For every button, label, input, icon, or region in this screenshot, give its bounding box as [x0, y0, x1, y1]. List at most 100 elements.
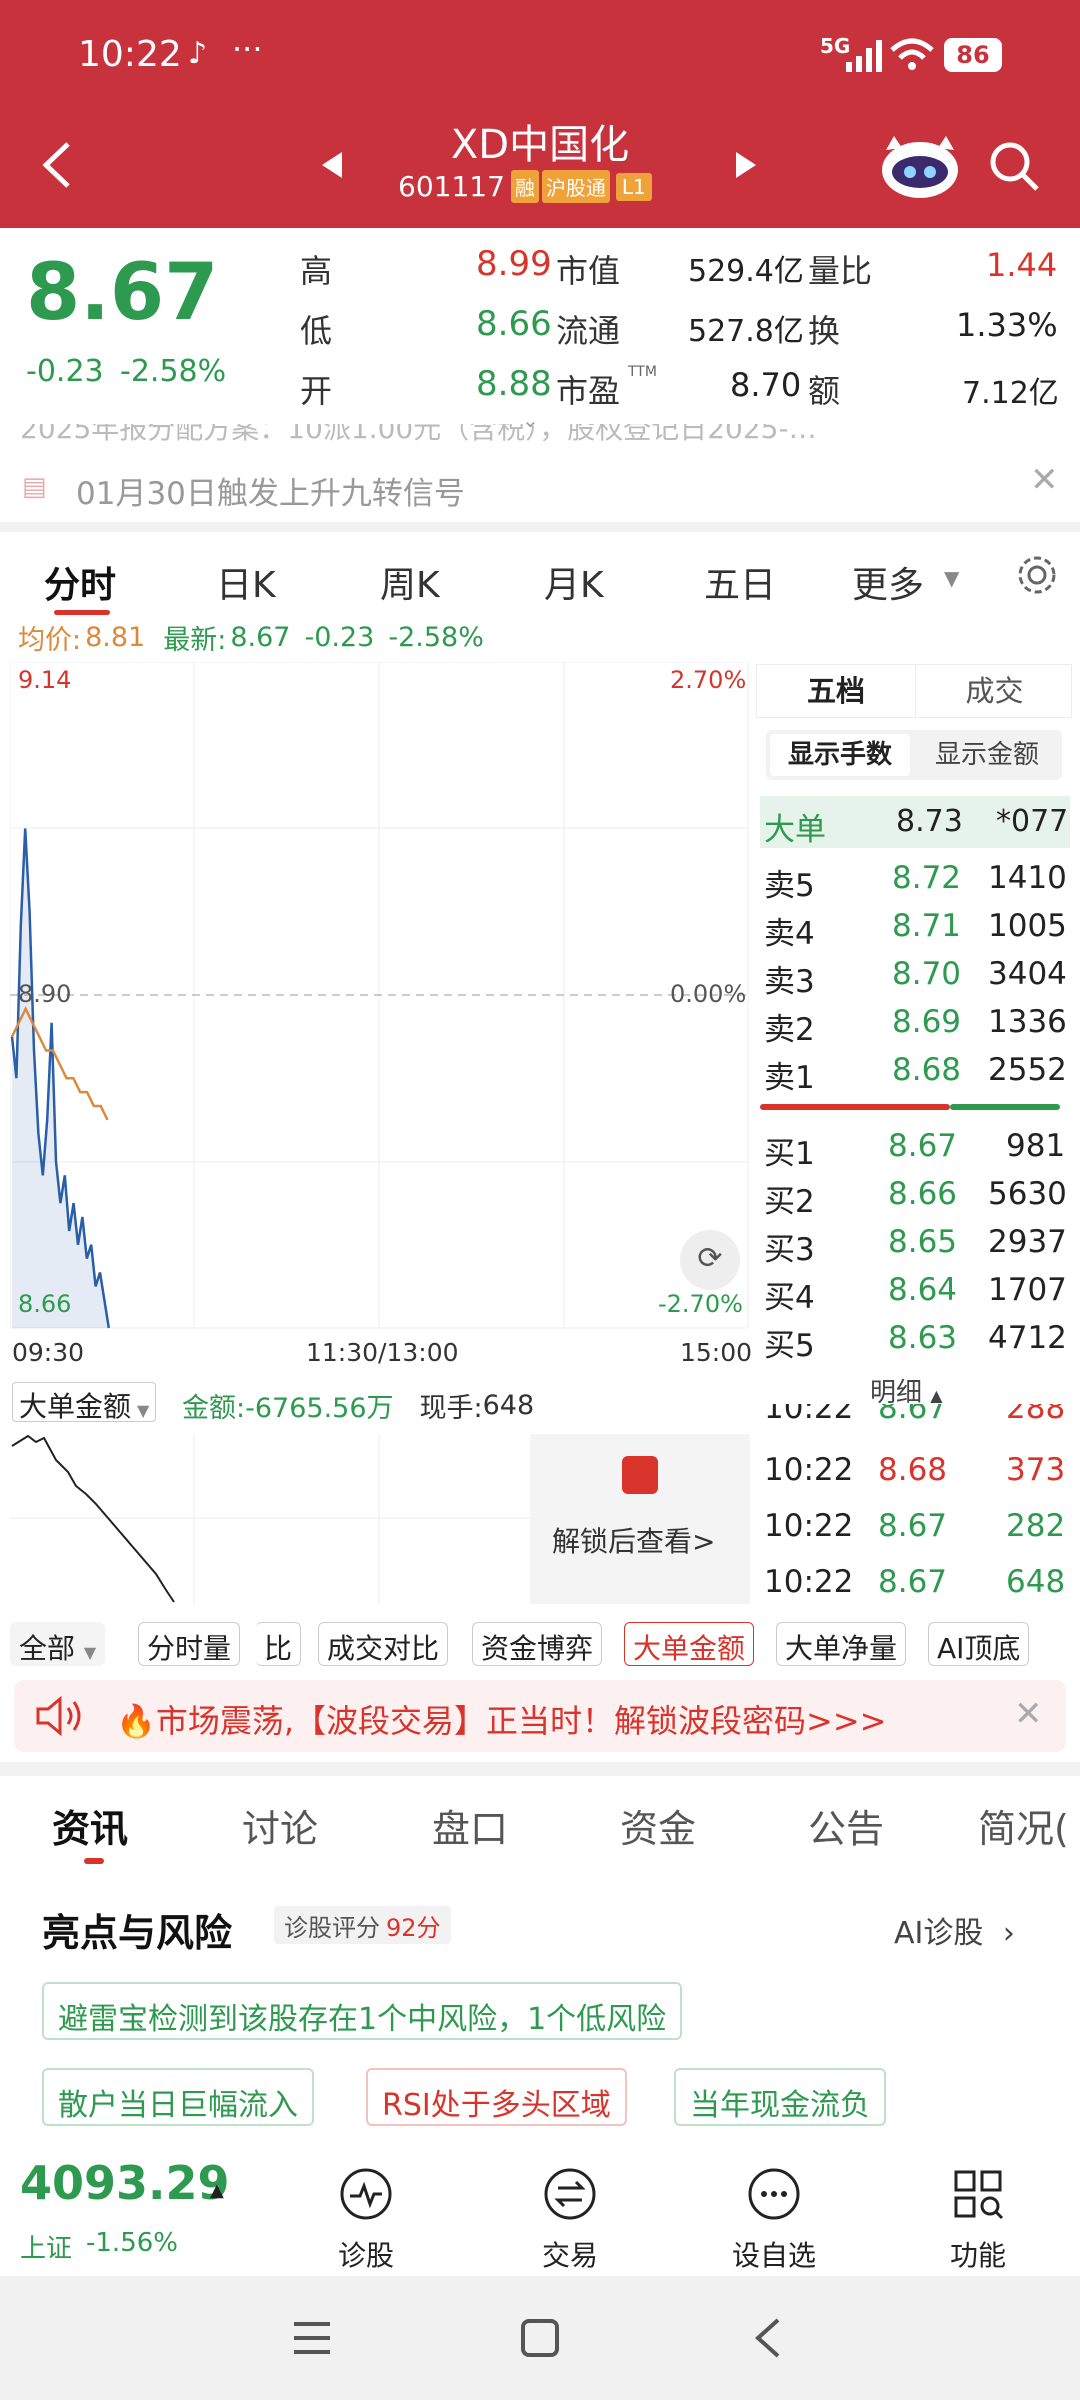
tab-deals[interactable]: 成交	[915, 665, 1073, 717]
buy-row: 买3 8.65 2937	[760, 1218, 1070, 1268]
nav-functions[interactable]: 功能	[908, 2140, 1048, 2274]
nav-diagnose[interactable]: 诊股	[296, 2140, 436, 2274]
promo-banner[interactable]: 🔥市场震荡,【波段交易】正当时！解锁波段密码>>> ✕	[14, 1680, 1066, 1752]
buy-label: 买1	[764, 1136, 815, 1172]
home-icon[interactable]	[520, 2318, 560, 2358]
risk-tag[interactable]: 避雷宝检测到该股存在1个中风险，1个低风险	[42, 1982, 683, 2040]
price-change-pct: -2.58%	[120, 354, 227, 389]
subchart-info: 金额: -6765.56万 现手: 648	[182, 1386, 534, 1425]
back-icon[interactable]	[752, 2318, 782, 2358]
diagnose-icon	[340, 2168, 392, 2220]
banner-text: 🔥市场震荡,【波段交易】正当时！解锁波段密码>>>	[116, 1702, 887, 1740]
y-bot-label: 8.66	[18, 1290, 72, 1318]
tab-five-level[interactable]: 五档	[757, 665, 915, 717]
wifi-icon	[890, 38, 934, 70]
chip-ratio[interactable]: 比	[256, 1622, 302, 1666]
tab-news[interactable]: 资讯	[52, 1798, 128, 1853]
turnover-value: 1.33%	[956, 306, 1058, 344]
nav-trade[interactable]: 交易	[500, 2140, 640, 2274]
float-value: 527.8亿	[688, 314, 804, 349]
tag-retail-inflow[interactable]: 散户当日巨幅流入	[42, 2068, 314, 2126]
chip-fund-game[interactable]: 资金博弈	[472, 1622, 603, 1666]
tick-vol: 282	[1006, 1508, 1066, 1544]
pct-mid-label: 0.00%	[670, 980, 747, 1008]
sell-vol: 1410	[988, 860, 1067, 896]
show-hands-button[interactable]: 显示手数	[770, 734, 910, 776]
more-circle-icon	[748, 2168, 800, 2220]
tag-rsi[interactable]: RSI处于多头区域	[366, 2068, 627, 2126]
tab-funds[interactable]: 资金	[620, 1798, 696, 1853]
status-bar: 10:22 ♪ ··· 5G 86	[0, 0, 1080, 110]
highlights-title: 亮点与风险	[42, 1911, 233, 1955]
tab-more[interactable]: 更多	[852, 556, 924, 608]
index-value[interactable]: 4093.29	[20, 2156, 230, 2210]
stock-code: 601117	[398, 170, 505, 203]
unlock-panel[interactable]: 解锁后查看>	[530, 1434, 750, 1604]
time-start: 09:30	[12, 1338, 85, 1367]
next-stock-icon[interactable]	[734, 150, 758, 180]
mcap-value: 529.4亿	[688, 254, 804, 289]
chip-all-label: 全部	[19, 1632, 76, 1665]
lock-icon	[622, 1456, 658, 1494]
tab-announcements[interactable]: 公告	[808, 1798, 884, 1853]
tag-cashflow[interactable]: 当年现金流负	[674, 2068, 886, 2126]
close-icon[interactable]: ✕	[1030, 460, 1059, 500]
chip-ai-top-bottom[interactable]: AI顶底	[928, 1622, 1030, 1666]
current-price: 8.67	[26, 248, 219, 338]
notice-icon: ▤	[22, 472, 47, 502]
tick-price: 8.67	[878, 1404, 948, 1426]
speaker-icon	[36, 1696, 81, 1736]
subchart-select[interactable]: 大单金额 ▼	[12, 1382, 157, 1423]
tab-orderbook[interactable]: 盘口	[432, 1798, 508, 1853]
search-icon[interactable]	[988, 140, 1040, 192]
index-pct: -1.56%	[86, 2228, 178, 2258]
notice-text[interactable]: 01月30日触发上升九转信号	[76, 468, 465, 513]
app-header: 10:22 ♪ ··· 5G 86 XD中国化 601117 融 沪股通 L1	[0, 0, 1080, 228]
sell-ratio-bar	[760, 1104, 950, 1110]
tick-row: 10:22 8.67 648	[760, 1558, 1070, 1606]
chip-all[interactable]: 全部 ▼	[10, 1622, 106, 1666]
back-arrow-icon[interactable]	[40, 140, 74, 190]
tab-week-k[interactable]: 周K	[380, 556, 440, 608]
sell-row: 卖1 8.68 2552	[760, 1046, 1070, 1096]
chip-deal-compare[interactable]: 成交对比	[318, 1622, 449, 1666]
buy-vol: 2937	[988, 1224, 1067, 1260]
sell-label: 卖4	[764, 916, 815, 952]
buy-vol: 5630	[988, 1176, 1067, 1212]
menu-icon[interactable]	[292, 2320, 332, 2356]
chip-volume[interactable]: 分时量	[138, 1622, 241, 1666]
tab-five-day[interactable]: 五日	[704, 556, 776, 608]
index-arrow-icon: ▲	[210, 2180, 224, 2201]
section-divider	[0, 1762, 1080, 1776]
show-amount-button[interactable]: 显示金额	[916, 734, 1058, 776]
amount-value: 7.12亿	[962, 376, 1059, 411]
chip-big-net[interactable]: 大单净量	[776, 1622, 907, 1666]
big-order-label: 大单	[764, 812, 826, 848]
tab-profile[interactable]: 简况(	[978, 1798, 1069, 1853]
buy-row: 买2 8.66 5630	[760, 1170, 1070, 1220]
sell-label: 卖2	[764, 1012, 815, 1048]
settings-gear-icon[interactable]	[1016, 554, 1058, 596]
tick-price: 8.67	[878, 1508, 948, 1544]
sub-amount-label: 金额:	[182, 1393, 246, 1424]
tick-time: 10:22	[764, 1404, 854, 1426]
banner-close-icon[interactable]: ✕	[1014, 1694, 1043, 1734]
intraday-chart[interactable]	[10, 662, 750, 1334]
tab-day-k[interactable]: 日K	[216, 556, 276, 608]
ai-diagnosis-link[interactable]: AI诊股 ›	[894, 1908, 1015, 1952]
sell-vol: 1336	[988, 1004, 1067, 1040]
tab-fenshi[interactable]: 分时	[44, 556, 116, 608]
robot-assistant-icon[interactable]	[878, 130, 962, 202]
grid-icon	[954, 2170, 1004, 2220]
stock-title: XD中国化	[450, 122, 630, 168]
tab-discussion[interactable]: 讨论	[242, 1798, 318, 1853]
sub-amount-value: -6765.56万	[245, 1393, 394, 1424]
tab-month-k[interactable]: 月K	[544, 556, 604, 608]
signal-icon	[846, 40, 882, 72]
chip-big-amount[interactable]: 大单金额	[624, 1622, 755, 1666]
badge-hgt: 沪股通	[541, 170, 610, 203]
rotate-screen-icon[interactable]: ⟳	[680, 1230, 740, 1290]
pct-top-label: 2.70%	[670, 666, 747, 694]
nav-add-watchlist[interactable]: 设自选	[704, 2140, 844, 2274]
sub-cur-value: 648	[482, 1390, 535, 1421]
